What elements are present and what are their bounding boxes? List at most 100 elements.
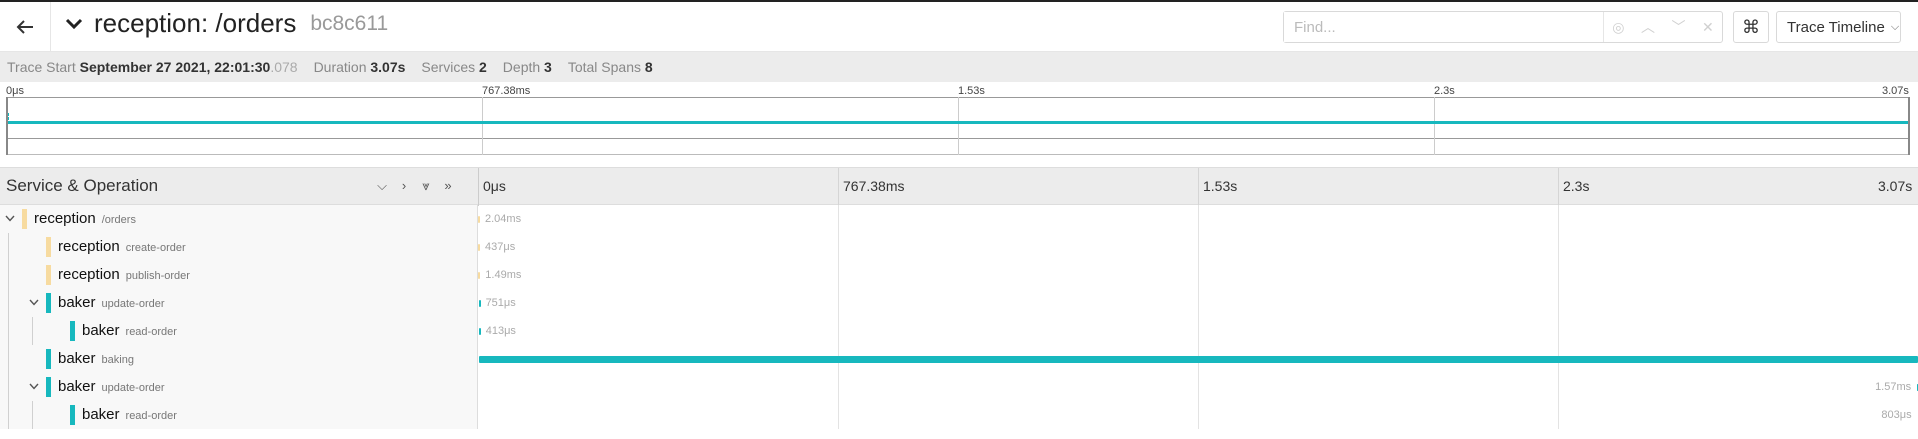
span-row[interactable]: baker read-order 803μs	[0, 401, 1918, 429]
span-service-name[interactable]: reception/orders	[34, 210, 136, 227]
span-name-cell[interactable]: reception/orders	[0, 205, 478, 233]
services-value: 2	[479, 59, 487, 75]
service-color-stripe	[46, 349, 51, 369]
span-bar[interactable]	[478, 216, 480, 223]
service-color-stripe	[70, 321, 75, 341]
span-name-cell[interactable]: baker read-order	[0, 401, 478, 429]
span-bar[interactable]	[478, 328, 481, 335]
total-spans: Total Spans 8	[568, 59, 653, 75]
span-name-cell[interactable]: baker update-order	[0, 289, 478, 317]
collapse-one-icon[interactable]: ⌵	[375, 178, 389, 194]
span-name-cell[interactable]: baker read-order	[0, 317, 478, 345]
span-timeline-cell[interactable]: 751μs	[478, 289, 1918, 317]
span-bar[interactable]	[478, 356, 1918, 363]
span-expand-toggle[interactable]	[27, 379, 41, 393]
service-label: baker	[58, 350, 96, 367]
find-input[interactable]	[1284, 12, 1604, 42]
span-duration-label: 2.04ms	[485, 213, 522, 225]
span-name-cell[interactable]: baker baking	[0, 345, 478, 373]
span-bar[interactable]	[478, 244, 480, 251]
service-operation-title: Service & Operation	[6, 176, 159, 195]
service-label: reception	[34, 210, 96, 227]
chevron-down-icon	[29, 299, 39, 306]
timeline-tick-label: 2.3s	[1563, 178, 1590, 194]
indent-guide	[8, 345, 9, 373]
span-row[interactable]: reception/orders 2.04ms	[0, 205, 1918, 233]
title-group: reception: /orders bc8c611	[64, 8, 388, 39]
span-bar[interactable]	[478, 272, 481, 279]
span-row[interactable]: baker read-order 413μs	[0, 317, 1918, 345]
expand-all-icon[interactable]: »	[441, 178, 455, 194]
span-row[interactable]: baker update-order 1.57ms	[0, 373, 1918, 401]
chevron-down-icon	[5, 215, 15, 222]
tree-controls: ⌵ › ⩔ »	[375, 178, 455, 194]
span-service-name[interactable]: baker read-order	[82, 322, 177, 339]
trace-title: reception: /orders	[94, 8, 297, 38]
column-resizer[interactable]	[478, 168, 479, 206]
trace-start-value: September 27 2021, 22:01:30	[79, 59, 271, 75]
span-service-name[interactable]: baker update-order	[58, 378, 165, 395]
span-service-name[interactable]: reception create-order	[58, 238, 186, 255]
trace-start: Trace Start September 27 2021, 22:01:30.…	[7, 59, 298, 75]
span-timeline-cell[interactable]: 1.57ms	[478, 373, 1918, 401]
span-name-cell[interactable]: reception publish-order	[0, 261, 478, 289]
timeline-grid-line	[838, 205, 839, 233]
span-timeline-cell[interactable]: 1.49ms	[478, 261, 1918, 289]
minimap-end-handle[interactable]	[1908, 97, 1910, 155]
minimap-tick-label: 1.53s	[958, 85, 985, 97]
keyboard-shortcuts-button[interactable]: ⌘	[1733, 11, 1769, 43]
span-row[interactable]: reception publish-order 1.49ms	[0, 261, 1918, 289]
service-label: baker	[58, 294, 96, 311]
span-row[interactable]: reception create-order 437μs	[0, 233, 1918, 261]
span-row[interactable]: baker baking	[0, 345, 1918, 373]
locate-icon[interactable]: ◎	[1609, 19, 1627, 36]
collapse-all-icon[interactable]: ⩔	[419, 178, 433, 194]
services: Services 2	[421, 59, 486, 75]
span-timeline-cell[interactable]: 413μs	[478, 317, 1918, 345]
duration-value: 3.07s	[370, 59, 406, 75]
back-button[interactable]	[0, 2, 51, 52]
span-timeline-cell[interactable]: 2.04ms	[478, 205, 1918, 233]
operation-label: publish-order	[125, 270, 190, 282]
span-service-name[interactable]: baker update-order	[58, 294, 165, 311]
duration-label: Duration	[313, 59, 367, 75]
view-select[interactable]: Trace Timeline ⌵	[1776, 11, 1901, 43]
command-icon: ⌘	[1742, 16, 1760, 37]
chevron-up-icon[interactable]: ︿	[1638, 17, 1658, 37]
span-service-name[interactable]: reception publish-order	[58, 266, 190, 283]
minimap-tick-label: 0μs	[6, 85, 24, 97]
depth-label: Depth	[502, 59, 541, 75]
span-row[interactable]: baker update-order 751μs	[0, 289, 1918, 317]
depth-value: 3	[544, 59, 552, 75]
minimap-start-handle[interactable]	[6, 97, 8, 155]
trace-minimap[interactable]: 0μs 767.38ms 1.53s 2.3s 3.07s	[0, 82, 1918, 160]
span-bar[interactable]	[478, 300, 481, 307]
span-duration-label: 413μs	[485, 325, 516, 337]
span-timeline-cell[interactable]: 437μs	[478, 233, 1918, 261]
span-name-cell[interactable]: reception create-order	[0, 233, 478, 261]
timeline-tick-label: 767.38ms	[843, 178, 905, 194]
span-name-cell[interactable]: baker update-order	[0, 373, 478, 401]
span-expand-toggle[interactable]	[27, 295, 41, 309]
expand-one-icon[interactable]: ›	[397, 178, 411, 194]
arrow-left-icon	[16, 20, 33, 34]
span-expand-toggle[interactable]	[3, 211, 17, 225]
timeline-tick-label: 1.53s	[1203, 178, 1238, 194]
span-service-name[interactable]: baker read-order	[82, 406, 177, 423]
span-timeline-cell[interactable]: 803μs	[478, 401, 1918, 429]
indent-guide	[32, 401, 33, 429]
service-label: reception	[58, 266, 120, 283]
span-duration-label: 751μs	[485, 297, 516, 309]
operation-label: create-order	[125, 242, 186, 254]
collapse-header-toggle[interactable]	[64, 14, 84, 34]
service-label: baker	[58, 378, 96, 395]
close-icon[interactable]: ✕	[1699, 19, 1717, 36]
operation-label: update-order	[101, 298, 165, 310]
trace-id: bc8c611	[310, 11, 389, 35]
span-service-name[interactable]: baker baking	[58, 350, 134, 367]
service-color-stripe	[70, 405, 75, 425]
timeline-header: Service & Operation ⌵ › ⩔ » 0μs 767.38ms 1…	[0, 167, 1918, 206]
chevron-down-icon[interactable]: ﹀	[1668, 17, 1688, 37]
span-timeline-cell[interactable]	[478, 345, 1918, 373]
timeline-grid-line	[1198, 233, 1199, 261]
